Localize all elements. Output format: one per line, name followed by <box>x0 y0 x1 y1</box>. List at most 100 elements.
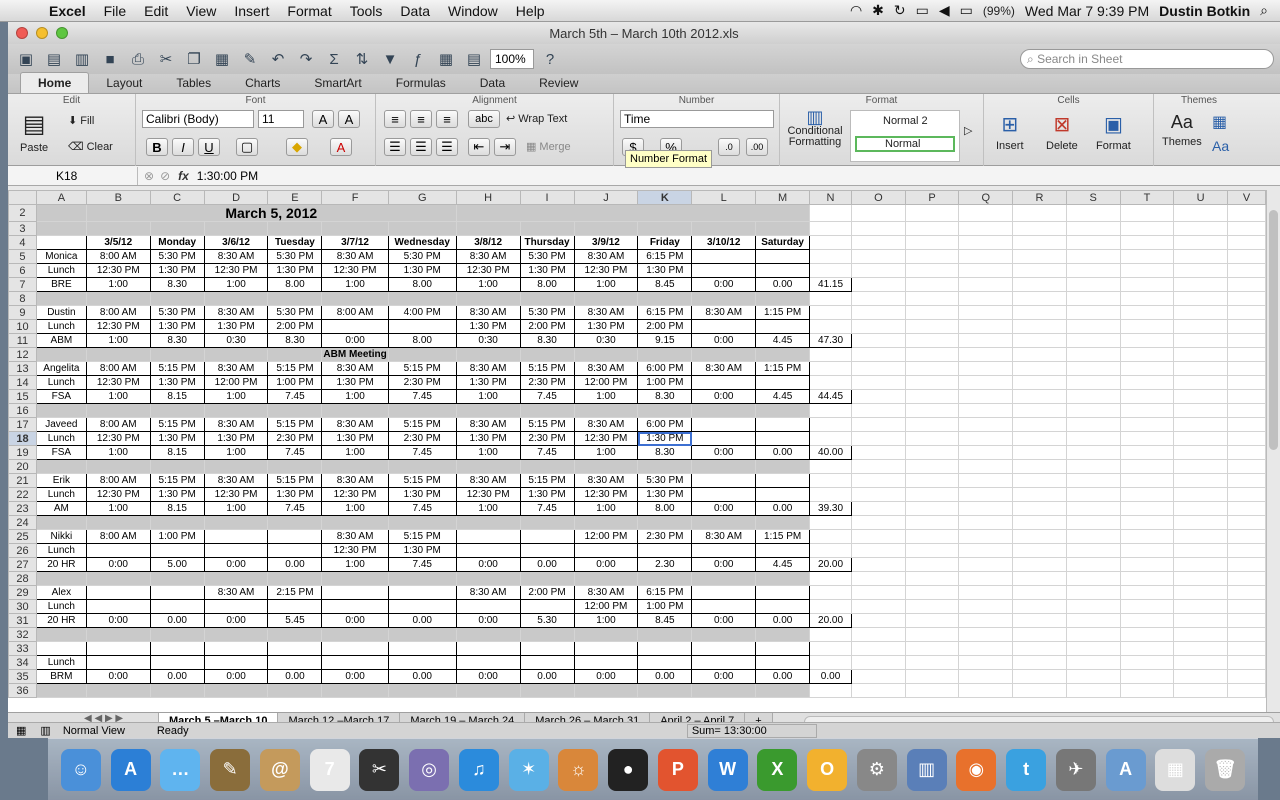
cell[interactable] <box>1227 235 1266 250</box>
cell[interactable] <box>850 291 906 306</box>
cell[interactable] <box>387 571 457 586</box>
cell[interactable] <box>85 347 151 362</box>
row-header[interactable]: 6 <box>8 263 37 278</box>
cell[interactable] <box>850 515 906 530</box>
cell[interactable]: 0:00 <box>691 389 757 404</box>
cell[interactable] <box>1227 515 1266 530</box>
cell[interactable]: 1:30 PM <box>321 431 389 446</box>
cell[interactable] <box>1012 515 1067 530</box>
cell[interactable] <box>387 403 457 418</box>
cell[interactable] <box>958 599 1014 614</box>
formula-input[interactable]: 1:30:00 PM <box>197 169 258 183</box>
cell[interactable] <box>573 641 639 656</box>
cell[interactable]: 1:00 <box>321 277 389 292</box>
cell[interactable] <box>1065 557 1121 572</box>
row-header[interactable]: 8 <box>8 291 37 306</box>
cell[interactable] <box>321 515 389 530</box>
cell[interactable] <box>637 291 693 306</box>
cell[interactable] <box>519 291 575 306</box>
cell[interactable] <box>1012 599 1067 614</box>
row-header[interactable]: 16 <box>8 403 37 418</box>
cell[interactable]: 7.45 <box>387 557 457 572</box>
cell[interactable] <box>1065 655 1121 670</box>
cell[interactable] <box>455 459 521 474</box>
cell[interactable] <box>1227 277 1266 292</box>
cell[interactable] <box>1065 627 1121 642</box>
cell[interactable] <box>904 487 960 502</box>
cell[interactable] <box>1065 305 1121 320</box>
cell[interactable] <box>1173 683 1229 698</box>
cell[interactable] <box>904 445 960 460</box>
powerpoint-icon[interactable]: P <box>657 748 698 791</box>
row-header[interactable]: 26 <box>8 543 37 558</box>
cell[interactable]: 1:30 PM <box>203 431 269 446</box>
cell[interactable] <box>850 235 906 250</box>
cell[interactable]: 5.30 <box>519 613 575 628</box>
cell[interactable] <box>637 403 693 418</box>
wrap-text-button[interactable]: ↩ Wrap Text <box>506 112 567 126</box>
cell[interactable]: 4:00 PM <box>387 305 457 320</box>
cell[interactable] <box>1119 291 1175 306</box>
row-header[interactable]: 30 <box>8 599 37 614</box>
cell[interactable] <box>1119 249 1175 264</box>
normal-view-icon[interactable]: ▦ <box>8 724 34 737</box>
cell[interactable]: 12:30 PM <box>321 543 389 558</box>
cell[interactable] <box>1012 501 1067 516</box>
cell[interactable] <box>1065 417 1121 432</box>
cell[interactable] <box>809 431 852 446</box>
cell[interactable]: 12:30 PM <box>85 431 151 446</box>
cell[interactable] <box>809 249 852 264</box>
cell[interactable] <box>267 627 323 642</box>
cell[interactable] <box>519 683 575 698</box>
column-header[interactable]: E <box>267 190 323 205</box>
cell[interactable] <box>691 347 757 362</box>
row-header[interactable]: 4 <box>8 235 37 250</box>
orientation-icon[interactable]: abc <box>468 110 500 128</box>
cell[interactable]: 1:30 PM <box>637 263 693 278</box>
cell[interactable] <box>958 249 1014 264</box>
cell[interactable] <box>1065 459 1121 474</box>
cell[interactable] <box>958 445 1014 460</box>
cell[interactable] <box>691 599 757 614</box>
cell[interactable] <box>1119 375 1175 390</box>
cell[interactable] <box>85 655 151 670</box>
cell[interactable]: ABM <box>35 333 87 348</box>
cell[interactable]: 5:30 PM <box>387 249 457 264</box>
cell[interactable]: 12:30 PM <box>85 319 151 334</box>
cell[interactable] <box>85 291 151 306</box>
cell[interactable] <box>35 347 87 362</box>
cell[interactable] <box>321 627 389 642</box>
menu-tools[interactable]: Tools <box>341 3 392 19</box>
cell[interactable] <box>203 571 269 586</box>
theme-colors-icon[interactable]: ▦ <box>1212 112 1227 132</box>
cell[interactable] <box>519 655 575 670</box>
cell[interactable] <box>904 249 960 264</box>
iphoto-icon[interactable]: ☼ <box>558 748 599 791</box>
cell[interactable] <box>1012 389 1067 404</box>
cell[interactable] <box>755 249 811 264</box>
cell[interactable] <box>267 571 323 586</box>
cell[interactable]: 8:30 AM <box>321 417 389 432</box>
cell[interactable] <box>809 291 852 306</box>
cell[interactable] <box>1119 655 1175 670</box>
cell[interactable] <box>149 347 205 362</box>
help-icon[interactable]: ? <box>538 48 562 70</box>
redo-icon[interactable]: ↷ <box>294 48 318 70</box>
cell[interactable] <box>958 557 1014 572</box>
cell[interactable]: 0:00 <box>691 277 757 292</box>
column-header[interactable] <box>8 190 37 205</box>
cell[interactable]: 8:30 AM <box>455 249 521 264</box>
cell[interactable] <box>1065 333 1121 348</box>
column-header[interactable]: V <box>1227 190 1266 205</box>
cell[interactable] <box>1065 683 1121 698</box>
cell[interactable] <box>755 431 811 446</box>
cell[interactable]: 2:30 PM <box>637 529 693 544</box>
cell[interactable] <box>1227 487 1266 502</box>
function-icon[interactable]: fx <box>170 169 197 183</box>
outlook-icon[interactable]: O <box>807 748 848 791</box>
cell[interactable]: 6:00 PM <box>637 417 693 432</box>
cell[interactable]: 6:15 PM <box>637 305 693 320</box>
cell[interactable]: 0:00 <box>691 501 757 516</box>
cell[interactable] <box>1173 361 1229 376</box>
tab-tables[interactable]: Tables <box>159 73 228 93</box>
